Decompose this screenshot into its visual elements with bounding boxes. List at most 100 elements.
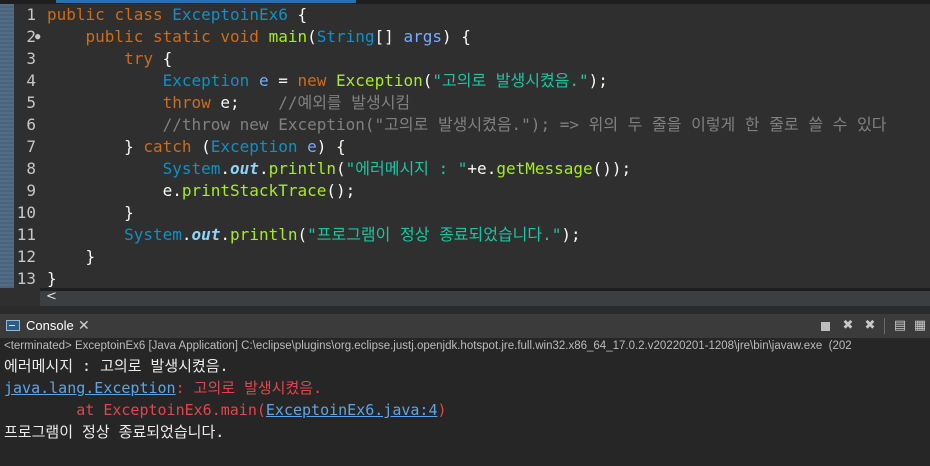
code-token: ()); — [592, 159, 632, 178]
code-token: ( — [422, 71, 433, 90]
code-line[interactable]: 7 } catch (Exception e) { — [0, 136, 930, 158]
scroll-left-arrow-icon[interactable]: < — [46, 289, 57, 304]
horizontal-scrollbar[interactable]: < — [40, 288, 930, 306]
code-token: "프로그램이 정상 종료되었습니다." — [307, 225, 562, 244]
line-number: 11 — [16, 225, 36, 244]
remove-all-terminated-icon[interactable]: ✖ — [863, 319, 877, 333]
code-line[interactable]: 11 System.out.println("프로그램이 정상 종료되었습니다.… — [0, 224, 930, 246]
code-token: //throw new Exception("고의로 발생시켰음."); => … — [162, 115, 887, 134]
stack-frame-source-link[interactable]: ExceptoinEx6.java:4 — [266, 401, 438, 419]
code-editor[interactable]: 1 public class ExceptoinEx6 {2 ● public st… — [0, 0, 930, 306]
code-token: ) { — [316, 137, 346, 156]
code-token: e; — [210, 93, 279, 112]
stack-frame-prefix: at ExceptoinEx6.main( — [4, 401, 266, 419]
code-token: +e. — [467, 159, 497, 178]
code-token: Exception — [336, 71, 423, 90]
code-token: ); — [588, 71, 608, 90]
code-token: System — [124, 225, 182, 244]
console-tab[interactable]: Console ✕ — [0, 314, 94, 338]
fold-marker-icon[interactable]: ● — [35, 26, 40, 48]
terminate-icon[interactable] — [821, 322, 830, 331]
code-token: e. — [47, 181, 182, 200]
code-text: public class ExceptoinEx6 { — [47, 4, 307, 26]
code-token: (); — [326, 181, 356, 200]
document-icon[interactable]: ▤ — [893, 319, 907, 333]
code-token: args — [403, 27, 442, 46]
code-token: public — [47, 5, 105, 24]
line-number: 1 — [26, 5, 36, 24]
line-number: 13 — [16, 269, 36, 288]
code-token: try — [124, 49, 153, 68]
code-token: ( — [297, 225, 308, 244]
console-output-area[interactable]: <terminated> ExceptoinEx6 [Java Applicat… — [0, 338, 930, 466]
code-text: } — [47, 202, 134, 224]
pin-console-icon[interactable]: ▦ — [913, 319, 927, 333]
exception-message: : 고의로 발생시켰음. — [175, 379, 323, 397]
code-token: "고의로 발생시켰음." — [432, 71, 589, 90]
code-token: = — [268, 71, 298, 90]
code-token: System — [162, 159, 221, 178]
console-tab-label: Console — [26, 318, 74, 333]
line-number: 3 — [26, 49, 36, 68]
line-number: 6 — [26, 115, 36, 134]
line-number: 5 — [26, 93, 36, 112]
console-output-line-2: java.lang.Exception: 고의로 발생시켰음. — [4, 377, 322, 399]
line-number: 4 — [26, 71, 36, 90]
code-line[interactable]: 6 //throw new Exception("고의로 발생시켰음."); =… — [0, 114, 930, 136]
active-tab-indicator — [56, 0, 356, 3]
code-line[interactable]: 1 public class ExceptoinEx6 { — [0, 4, 930, 26]
code-token: ); — [561, 225, 581, 244]
panel-separator[interactable] — [0, 306, 930, 314]
scrollbar-track — [40, 288, 930, 291]
toolbar-separator — [884, 318, 885, 334]
code-text: try { — [47, 48, 172, 70]
remove-launch-icon[interactable]: ✖ — [841, 319, 855, 333]
code-token: getMessage — [496, 159, 593, 178]
code-line[interactable]: 9 e.printStackTrace(); — [0, 180, 930, 202]
close-icon[interactable]: ✕ — [78, 317, 90, 334]
code-token: throw — [162, 93, 211, 112]
console-output-line-1: 에러메시지 : 고의로 발생시켰음. — [4, 357, 229, 375]
code-text: throw e; //예외를 발생시킴 — [47, 92, 411, 114]
code-line[interactable]: 8 System.out.println("에러메시지 : "+e.getMes… — [0, 158, 930, 180]
code-token: main — [268, 27, 308, 46]
code-token: String — [316, 27, 375, 46]
code-text: System.out.println("에러메시지 : "+e.getMessa… — [47, 158, 632, 180]
code-text: public static void main(String[] args) { — [47, 26, 471, 48]
console-output-line-4: 프로그램이 정상 종료되었습니다. — [4, 423, 225, 441]
code-text: Exception e = new Exception("고의로 발생시켰음."… — [47, 70, 608, 92]
exception-type-link[interactable]: java.lang.Exception — [4, 379, 176, 397]
code-token: static — [152, 27, 211, 46]
code-line[interactable]: 2 ● public static void main(String[] args… — [0, 26, 930, 48]
line-number: 8 — [26, 159, 36, 178]
code-line[interactable]: 4 Exception e = new Exception("고의로 발생시켰음… — [0, 70, 930, 92]
code-line[interactable]: 13} — [0, 268, 930, 290]
code-token: ( — [191, 137, 211, 156]
code-token: catch — [143, 137, 192, 156]
code-token: e — [307, 137, 317, 156]
code-token: ExceptoinEx6 — [172, 5, 288, 24]
code-line[interactable]: 3 try { — [0, 48, 930, 70]
code-token: //예외를 발생시킴 — [278, 93, 411, 112]
code-line[interactable]: 10 } — [0, 202, 930, 224]
code-token: new — [297, 71, 327, 90]
code-token: ( — [307, 27, 317, 46]
console-icon — [6, 320, 20, 331]
code-token: class — [114, 5, 163, 24]
code-line[interactable]: 5 throw e; //예외를 발생시킴 — [0, 92, 930, 114]
console-output-line-3: at ExceptoinEx6.main(ExceptoinEx6.java:4… — [4, 399, 446, 421]
code-text: } — [47, 246, 96, 268]
code-token: } — [47, 137, 144, 156]
code-line[interactable]: 12 } — [0, 246, 930, 268]
code-token: [] — [374, 27, 404, 46]
terminated-status-line: <terminated> ExceptoinEx6 [Java Applicat… — [4, 340, 852, 352]
